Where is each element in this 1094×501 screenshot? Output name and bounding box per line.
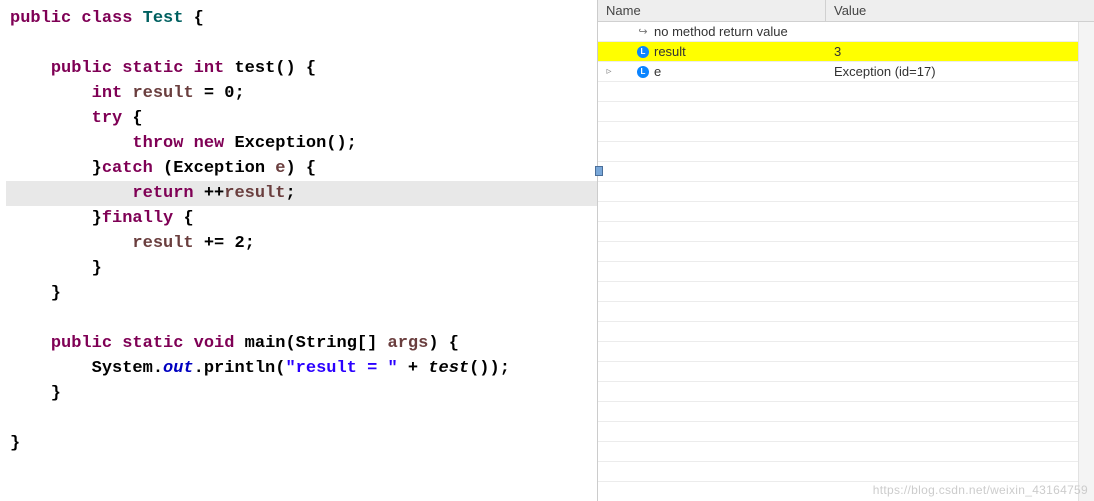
variable-value[interactable]: Exception (id=17)	[826, 64, 1094, 79]
local-variable-icon: L	[636, 65, 650, 79]
variable-row-empty	[598, 182, 1094, 202]
code-line[interactable]: int result = 0;	[6, 81, 597, 106]
variable-name: no method return value	[654, 24, 788, 39]
variable-row-empty	[598, 222, 1094, 242]
code-line[interactable]	[6, 406, 597, 431]
variable-row-empty	[598, 82, 1094, 102]
variable-name-cell[interactable]: L result	[598, 44, 826, 59]
variable-row-empty	[598, 382, 1094, 402]
return-value-icon: ↪	[636, 25, 650, 39]
variable-row-empty	[598, 262, 1094, 282]
variable-row[interactable]: L result3	[598, 42, 1094, 62]
variable-name-cell[interactable]: ↪ no method return value	[598, 24, 826, 39]
variable-row-empty	[598, 202, 1094, 222]
code-line[interactable]	[6, 306, 597, 331]
code-content[interactable]: public class Test { public static int te…	[0, 0, 597, 456]
code-line[interactable]: System.out.println("result = " + test())…	[6, 356, 597, 381]
variable-row-empty	[598, 142, 1094, 162]
variable-row-empty	[598, 402, 1094, 422]
variables-panel: Name Value ↪ no method return value L res…	[598, 0, 1094, 501]
code-line[interactable]	[6, 31, 597, 56]
variable-name: e	[654, 64, 661, 79]
variable-row-empty	[598, 342, 1094, 362]
variable-row-empty	[598, 362, 1094, 382]
code-line[interactable]: }	[6, 256, 597, 281]
variable-row[interactable]: ▹ L e Exception (id=17)	[598, 62, 1094, 82]
variables-rows: ↪ no method return valueL result3▹L eExc…	[598, 22, 1094, 501]
variable-row-empty	[598, 122, 1094, 142]
column-header-value[interactable]: Value	[826, 0, 1094, 21]
code-line[interactable]: }catch (Exception e) {	[6, 156, 597, 181]
code-line[interactable]: result += 2;	[6, 231, 597, 256]
variable-row-empty	[598, 282, 1094, 302]
variable-row-empty	[598, 102, 1094, 122]
variable-name-cell[interactable]: ▹ L e	[598, 64, 826, 79]
variable-row-empty	[598, 242, 1094, 262]
code-line[interactable]: throw new Exception();	[6, 131, 597, 156]
code-line[interactable]: public class Test {	[6, 6, 597, 31]
code-line[interactable]: return ++result;	[6, 181, 597, 206]
variable-row[interactable]: ↪ no method return value	[598, 22, 1094, 42]
expand-icon[interactable]: ▹	[604, 66, 614, 77]
variable-row-empty	[598, 442, 1094, 462]
column-header-name[interactable]: Name	[598, 0, 826, 21]
code-line[interactable]: }finally {	[6, 206, 597, 231]
code-line[interactable]: public static void main(String[] args) {	[6, 331, 597, 356]
variable-value[interactable]: 3	[826, 44, 1094, 59]
variable-row-empty	[598, 322, 1094, 342]
code-line[interactable]: try {	[6, 106, 597, 131]
code-line[interactable]: }	[6, 381, 597, 406]
code-line[interactable]: }	[6, 281, 597, 306]
variable-row-empty	[598, 302, 1094, 322]
variable-row-empty	[598, 422, 1094, 442]
variable-row-empty	[598, 482, 1094, 501]
variable-name: result	[654, 44, 686, 59]
code-editor[interactable]: public class Test { public static int te…	[0, 0, 598, 501]
code-line[interactable]: }	[6, 431, 597, 456]
variable-row-empty	[598, 462, 1094, 482]
variables-header: Name Value	[598, 0, 1094, 22]
vertical-scrollbar[interactable]	[1078, 22, 1094, 501]
code-line[interactable]: public static int test() {	[6, 56, 597, 81]
local-variable-icon: L	[636, 45, 650, 59]
variable-row-empty	[598, 162, 1094, 182]
